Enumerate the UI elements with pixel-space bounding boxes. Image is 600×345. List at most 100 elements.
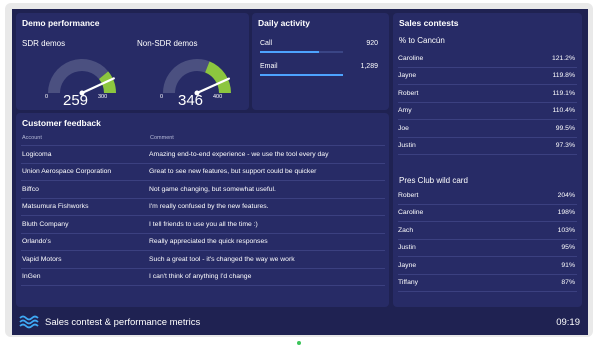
comment-cell: I tell friends to use you all the time :… (149, 215, 385, 234)
account-cell: Orlando's (21, 233, 149, 251)
table-row: Vapid Motors Such a great tool - it's cha… (21, 250, 385, 269)
name-cell: Amy (398, 102, 488, 120)
value-cell: 99.5% (487, 119, 577, 138)
list-item: Justin 97.3% (398, 137, 577, 155)
cancun-table: Caroline 121.2% Jayne 119.8% Robert 119.1% … (398, 50, 577, 155)
name-cell: Justin (398, 239, 500, 257)
value-cell: 95% (499, 239, 577, 257)
list-item: Caroline 121.2% (398, 50, 577, 68)
name-cell: Joe (398, 119, 488, 138)
value-cell: 87% (499, 274, 577, 292)
list-item: Jayne 91% (398, 256, 577, 275)
gauge-track (48, 59, 109, 93)
feedback-header-row: Account Comment (21, 131, 385, 146)
gauge-label: Non-SDR demos (137, 39, 198, 48)
dashboard-screen: Demo performance SDR demos 0 300 259 Non… (12, 9, 588, 335)
activity-value: 920 (366, 40, 378, 47)
activity-name: Call (260, 40, 273, 47)
gauge-max-label: 300 (98, 94, 108, 100)
list-item: Amy 110.4% (398, 102, 577, 120)
daily-activity-title: Daily activity (258, 18, 310, 28)
value-cell: 119.8% (487, 67, 577, 85)
account-cell: Union Aerospace Corporation (21, 163, 149, 181)
column-header-comment: Comment (149, 131, 385, 146)
list-item: Robert 204% (398, 187, 577, 205)
sdr-demos-value: 259 (63, 92, 89, 109)
list-item: Justin 95% (398, 239, 577, 257)
comment-cell: I'm really confused by the new features. (149, 198, 385, 216)
customer-feedback-title: Customer feedback (22, 118, 101, 128)
list-item: Tiffany 87% (398, 274, 577, 292)
gauge-label: SDR demos (22, 39, 66, 48)
value-cell: 91% (499, 256, 577, 275)
list-item: Caroline 198% (398, 204, 577, 222)
customer-feedback-card: Customer feedback Account Comment Logico… (16, 113, 389, 307)
presclub-subtitle: Pres Club wild card (399, 176, 468, 185)
gauge-min-label: 0 (160, 94, 164, 100)
power-led (297, 341, 301, 345)
account-cell: InGen (21, 268, 149, 286)
activity-row-call: Call 920 (260, 40, 378, 56)
gauge-min-label: 0 (45, 94, 49, 100)
table-row: Biffco Not game changing, but somewhat us… (21, 180, 385, 199)
activity-value: 1,289 (360, 63, 378, 70)
activity-bar (260, 51, 319, 53)
name-cell: Justin (398, 137, 488, 155)
gauge-max-label: 400 (213, 94, 223, 100)
account-cell: Logicoma (21, 145, 149, 164)
account-cell: Biffco (21, 180, 149, 199)
wave-logo-icon (19, 315, 39, 329)
comment-cell: Such a great tool - it's changed the way… (149, 250, 385, 269)
comment-cell: Great to see new features, but support c… (149, 163, 385, 181)
value-cell: 97.3% (487, 137, 577, 155)
name-cell: Jayne (398, 256, 500, 275)
name-cell: Caroline (398, 50, 488, 68)
value-cell: 121.2% (487, 50, 577, 68)
presclub-table: Robert 204% Caroline 198% Zach 103% Justin 9… (398, 187, 577, 292)
activity-name: Email (260, 63, 278, 70)
table-row: Matsumura Fishworks I'm really confused b… (21, 198, 385, 216)
comment-cell: Really appreciated the quick responses (149, 233, 385, 251)
list-item: Zach 103% (398, 221, 577, 240)
value-cell: 119.1% (487, 84, 577, 103)
table-row: InGen I can't think of anything I'd chang… (21, 268, 385, 286)
column-header-account: Account (21, 131, 149, 146)
name-cell: Caroline (398, 204, 500, 222)
name-cell: Tiffany (398, 274, 500, 292)
name-cell: Zach (398, 221, 500, 240)
non-sdr-demos-value: 346 (178, 92, 204, 109)
table-row: Orlando's Really appreciated the quick re… (21, 233, 385, 251)
comment-cell: Amazing end-to-end experience - we use t… (149, 145, 385, 164)
comment-cell: Not game changing, but somewhat useful. (149, 180, 385, 199)
table-row: Union Aerospace Corporation Great to see … (21, 163, 385, 181)
value-cell: 103% (499, 221, 577, 240)
cancun-subtitle: % to Cancún (399, 36, 445, 45)
value-cell: 110.4% (487, 102, 577, 120)
list-item: Joe 99.5% (398, 119, 577, 138)
value-cell: 198% (499, 204, 577, 222)
activity-bar (260, 74, 343, 76)
table-row: Logicoma Amazing end-to-end experience - … (21, 145, 385, 164)
demo-performance-card: Demo performance SDR demos 0 300 259 Non… (16, 13, 249, 110)
daily-activity-card: Daily activity Call 920 Email 1,289 (252, 13, 389, 110)
demo-performance-title: Demo performance (22, 18, 100, 28)
list-item: Jayne 119.8% (398, 67, 577, 85)
clock: 09:19 (556, 317, 580, 328)
comment-cell: I can't think of anything I'd change (149, 268, 385, 286)
sdr-demos-gauge (48, 59, 116, 96)
sales-contests-card: Sales contests % to Cancún Caroline 121.2… (393, 13, 582, 307)
non-sdr-demos-gauge (163, 59, 231, 96)
dashboard-footer: Sales contest & performance metrics 09:1… (12, 310, 588, 335)
value-cell: 204% (499, 187, 577, 205)
name-cell: Robert (398, 84, 488, 103)
name-cell: Jayne (398, 67, 488, 85)
gauge-track (163, 59, 210, 93)
dashboard-title: Sales contest & performance metrics (45, 317, 201, 328)
account-cell: Bluth Company (21, 215, 149, 234)
account-cell: Vapid Motors (21, 250, 149, 269)
name-cell: Robert (398, 187, 500, 205)
sales-contests-title: Sales contests (399, 18, 459, 28)
table-row: Bluth Company I tell friends to use you a… (21, 215, 385, 234)
feedback-table: Account Comment Logicoma Amazing end-to-e… (21, 131, 385, 286)
list-item: Robert 119.1% (398, 84, 577, 103)
